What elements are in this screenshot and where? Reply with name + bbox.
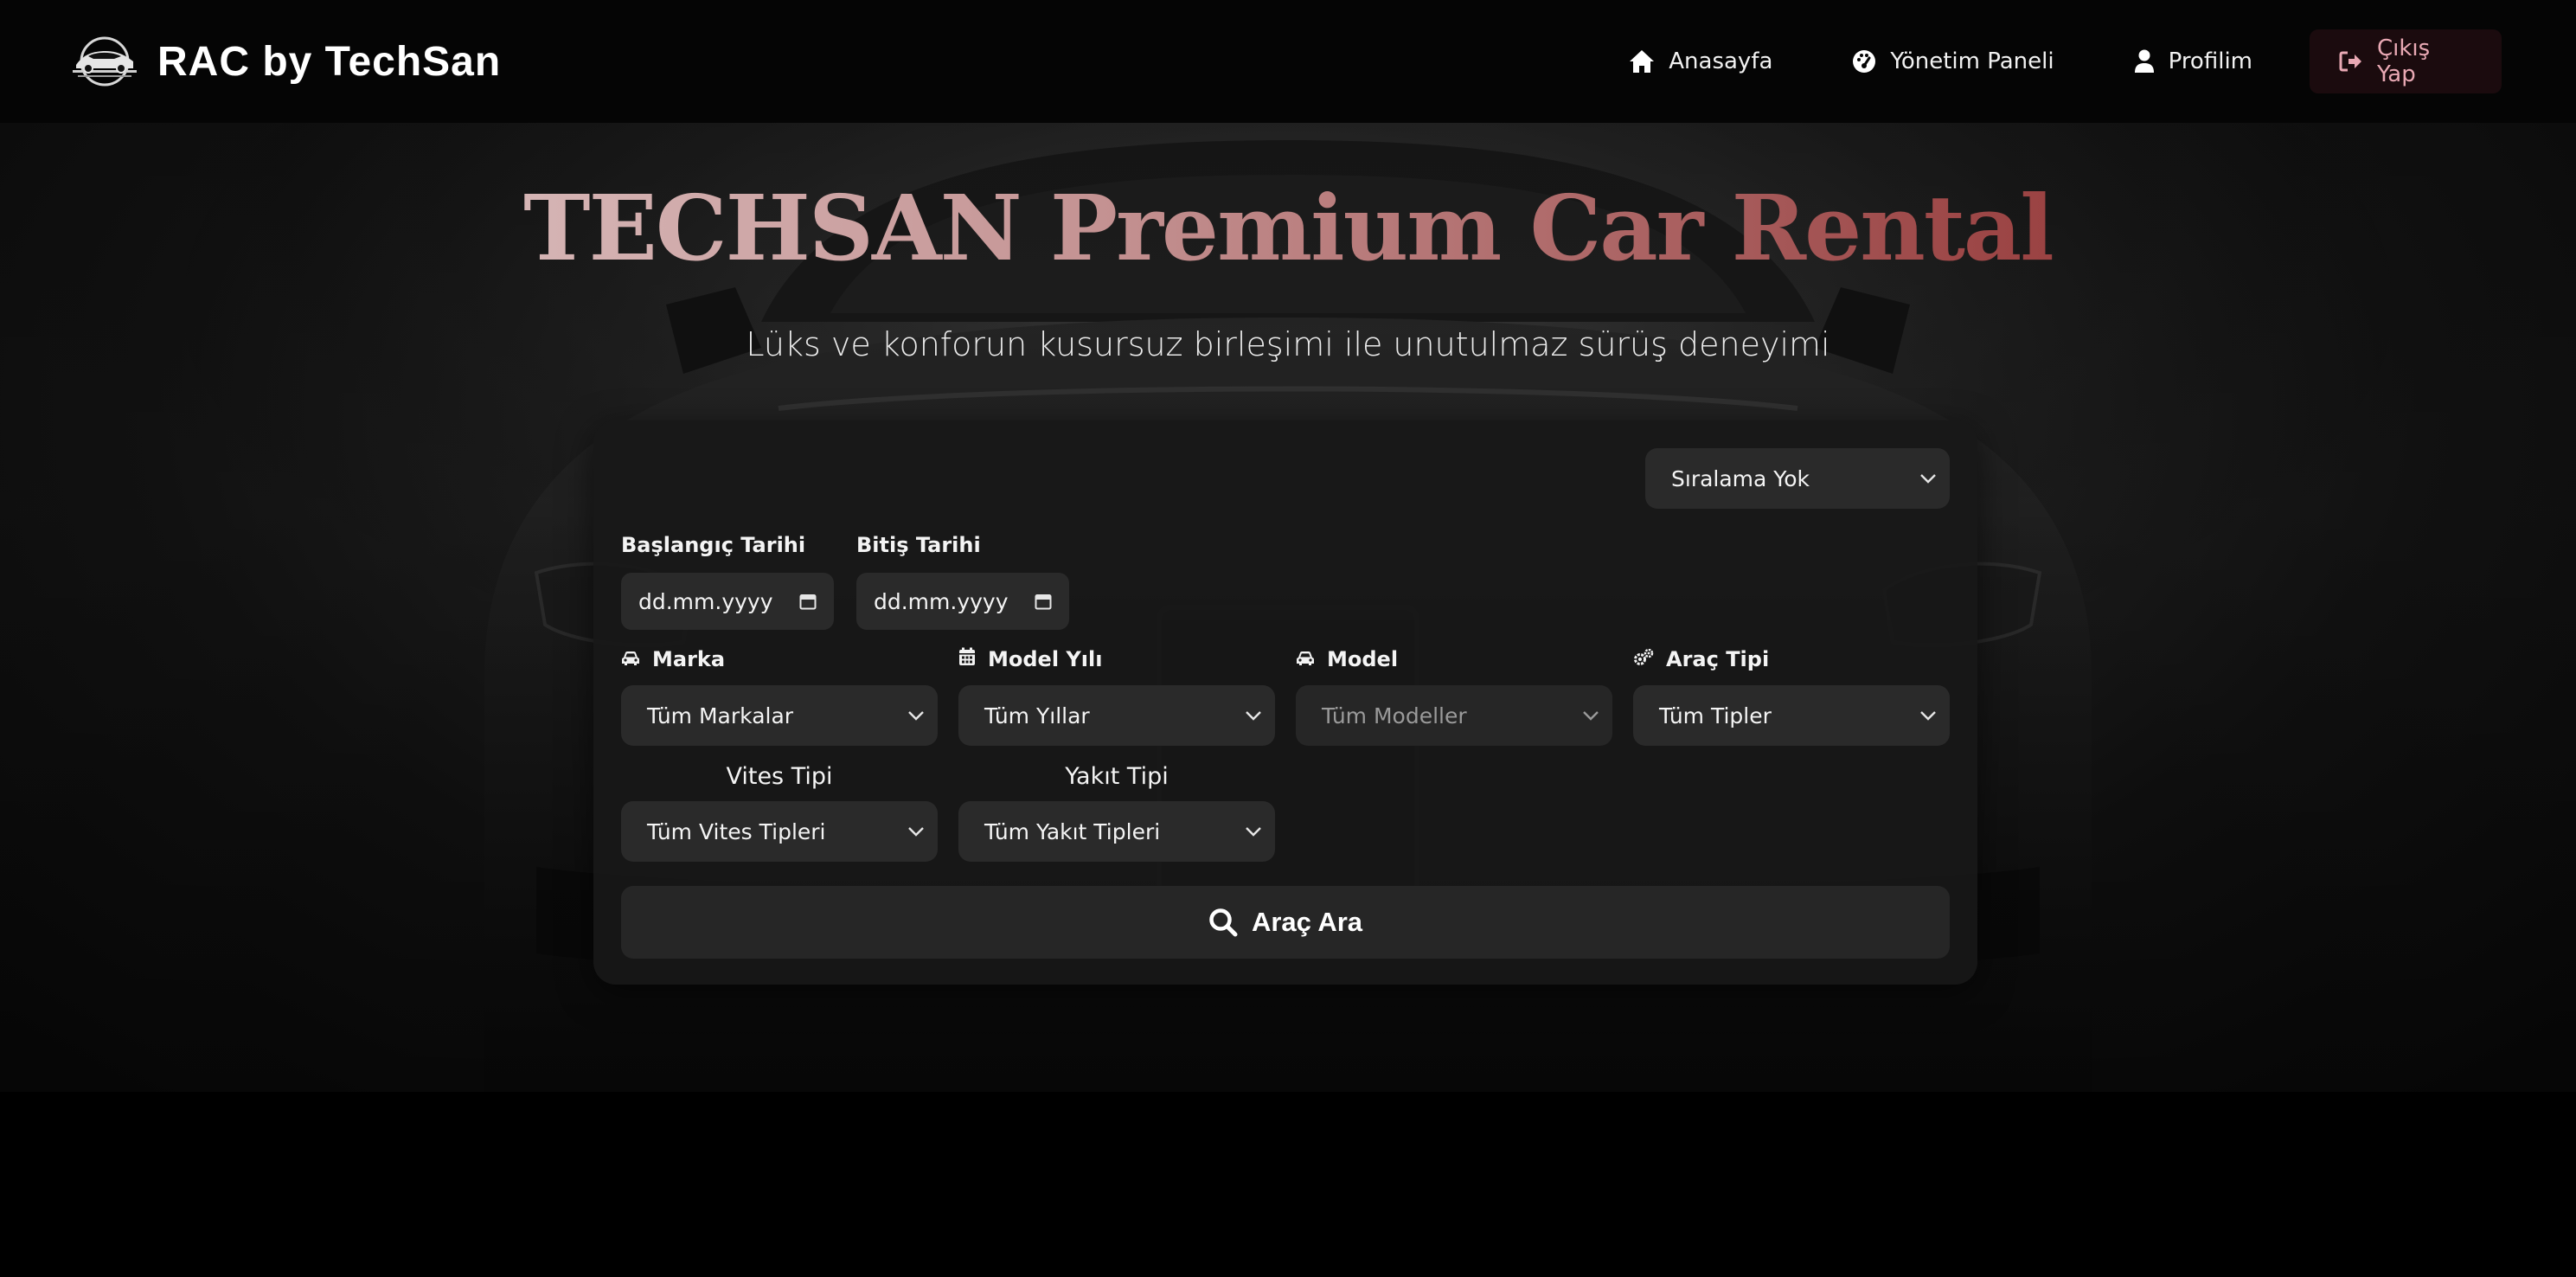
- hero-subtitle: Lüks ve konforun kusursuz birleşimi ile …: [746, 325, 1830, 363]
- transmission-select-box[interactable]: Tüm Vites Tipleri: [621, 801, 938, 862]
- brand-select-box[interactable]: Tüm Markalar: [621, 685, 938, 746]
- fuel-label: Yakıt Tipi: [1065, 763, 1169, 790]
- chevron-down-icon: [1581, 709, 1600, 722]
- start-date-label: Başlangıç Tarihi: [621, 533, 806, 557]
- nav-link-dashboard[interactable]: Yönetim Paneli: [1814, 29, 2092, 93]
- calendar-picker-icon[interactable]: [1035, 593, 1052, 610]
- vehicle-type-select-value: Tüm Tipler: [1659, 703, 1772, 728]
- end-date-label: Bitiş Tarihi: [856, 533, 981, 557]
- user-icon: [2134, 49, 2155, 74]
- chevron-down-icon: [1919, 472, 1938, 484]
- brand-label-text: Marka: [652, 647, 726, 671]
- hero-title: TECHSAN Premium Car Rental: [0, 175, 2576, 281]
- car-logo-icon: [71, 35, 138, 87]
- model-year-select[interactable]: Tüm Yıllar: [958, 685, 1275, 746]
- car-icon: [621, 647, 640, 671]
- vehicle-type-select-box[interactable]: Tüm Tipler: [1633, 685, 1950, 746]
- model-select-box[interactable]: Tüm Modeller: [1296, 685, 1612, 746]
- chevron-down-icon: [1244, 825, 1263, 837]
- logout-label: Çıkış Yap: [2377, 35, 2431, 87]
- calendar-picker-icon[interactable]: [799, 593, 817, 610]
- vehicle-type-select[interactable]: Tüm Tipler: [1633, 685, 1950, 746]
- calendar-icon: [958, 647, 976, 671]
- model-select-value: Tüm Modeller: [1322, 703, 1467, 728]
- logout-button[interactable]: Çıkış Yap: [2310, 29, 2502, 93]
- search-icon: [1208, 908, 1238, 937]
- model-select[interactable]: Tüm Modeller: [1296, 685, 1612, 746]
- brand-name: RAC by TechSan: [157, 38, 502, 85]
- model-label: Model: [1296, 647, 1398, 671]
- start-date-input[interactable]: dd.mm.yyyy: [621, 573, 834, 630]
- transmission-select-value: Tüm Vites Tipleri: [647, 818, 826, 844]
- fuel-select[interactable]: Tüm Yakıt Tipleri: [958, 801, 1275, 862]
- transmission-label: Vites Tipi: [726, 763, 833, 790]
- end-date-input[interactable]: dd.mm.yyyy: [856, 573, 1069, 630]
- home-icon: [1629, 49, 1655, 74]
- fuel-select-value: Tüm Yakıt Tipleri: [984, 818, 1161, 844]
- search-panel: Sıralama Yok Başlangıç Tarihi Bitiş Tari…: [593, 420, 1977, 985]
- car-icon: [1296, 647, 1315, 671]
- model-year-label: Model Yılı: [958, 647, 1102, 671]
- chevron-down-icon: [1919, 709, 1938, 722]
- logout-icon: [2339, 51, 2363, 72]
- nav-link-label: Yönetim Paneli: [1890, 48, 2054, 74]
- nav-link-home[interactable]: Anasayfa: [1591, 29, 1810, 93]
- dashboard-icon: [1852, 49, 1876, 74]
- brand-label: Marka: [621, 647, 725, 671]
- brand-link[interactable]: RAC by TechSan: [71, 35, 501, 87]
- sort-select-value: Sıralama Yok: [1671, 465, 1810, 491]
- chevron-down-icon: [1244, 709, 1263, 722]
- navbar: RAC by TechSan Anasayfa Yönetim Paneli P…: [0, 0, 2576, 123]
- brand-select[interactable]: Tüm Markalar: [621, 685, 938, 746]
- start-date-placeholder: dd.mm.yyyy: [638, 588, 773, 614]
- sort-select[interactable]: Sıralama Yok: [1645, 448, 1950, 509]
- model-year-select-value: Tüm Yıllar: [984, 703, 1090, 728]
- hero-section: TECHSAN Premium Car Rental Lüks ve konfo…: [0, 123, 2576, 1092]
- sort-select-box[interactable]: Sıralama Yok: [1645, 448, 1950, 509]
- end-date-placeholder: dd.mm.yyyy: [874, 588, 1009, 614]
- search-button[interactable]: Araç Ara: [621, 886, 1950, 959]
- nav-link-profile[interactable]: Profilim: [2096, 29, 2291, 93]
- fuel-select-box[interactable]: Tüm Yakıt Tipleri: [958, 801, 1275, 862]
- nav-links: Anasayfa Yönetim Paneli Profilim Çıkış Y…: [1591, 29, 2502, 93]
- model-year-select-box[interactable]: Tüm Yıllar: [958, 685, 1275, 746]
- nav-link-label: Anasayfa: [1669, 48, 1773, 74]
- model-year-label-text: Model Yılı: [988, 647, 1103, 671]
- vehicle-type-label: Araç Tipi: [1633, 647, 1769, 671]
- chevron-down-icon: [907, 825, 926, 837]
- chevron-down-icon: [907, 709, 926, 722]
- transmission-select[interactable]: Tüm Vites Tipleri: [621, 801, 938, 862]
- vehicle-type-label-text: Araç Tipi: [1666, 647, 1770, 671]
- search-button-label: Araç Ara: [1251, 907, 1363, 937]
- brand-select-value: Tüm Markalar: [647, 703, 794, 728]
- model-label-text: Model: [1327, 647, 1399, 671]
- gears-icon: [1633, 647, 1654, 671]
- nav-link-label: Profilim: [2168, 48, 2252, 74]
